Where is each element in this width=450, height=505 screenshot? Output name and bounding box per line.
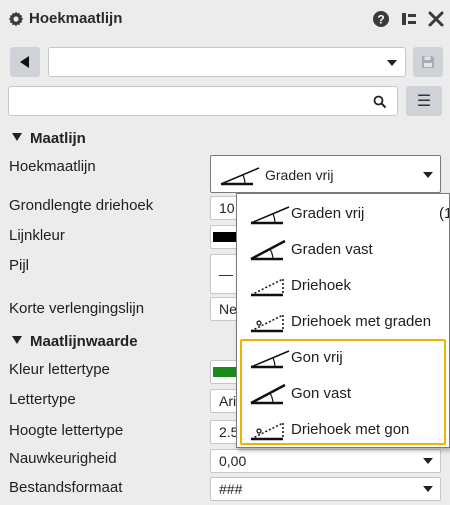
- option-label: Graden vrij: [291, 205, 365, 222]
- label-nauwkeurigheid: Nauwkeurigheid: [9, 450, 117, 467]
- option-gon-vast[interactable]: Gon vast: [237, 376, 449, 412]
- triangle-gon-icon: [250, 422, 284, 441]
- triangle-icon: [250, 278, 284, 297]
- angle-free-icon: [220, 167, 260, 186]
- section-maatlijn-title: Maatlijn: [30, 130, 86, 147]
- label-lijnkleur: Lijnkleur: [9, 227, 65, 244]
- hoekmaatlijn-select[interactable]: Graden vrij: [210, 155, 441, 193]
- label-kleur-lettertype: Kleur lettertype: [9, 361, 110, 378]
- menu-icon: ☰: [416, 93, 432, 110]
- label-hoogte-lettertype: Hoogte lettertype: [9, 422, 124, 439]
- option-driehoek-met-gon[interactable]: Driehoek met gon: [237, 412, 449, 447]
- search-toolbar: ☰: [0, 86, 450, 118]
- save-button[interactable]: [413, 47, 443, 77]
- option-label: Driehoek: [291, 277, 352, 294]
- pijl-value: —: [219, 266, 233, 282]
- label-hoekmaatlijn: Hoekmaatlijn: [9, 158, 96, 175]
- option-graden-vast[interactable]: Graden vast: [237, 232, 449, 268]
- angle-fixed-icon: [250, 383, 286, 405]
- grondlengte-value: 10: [219, 200, 235, 216]
- search-input[interactable]: [8, 86, 398, 116]
- window-title: Hoekmaatlijn: [29, 10, 123, 27]
- angle-fixed-icon: [250, 239, 286, 261]
- svg-text:?: ?: [377, 13, 384, 27]
- collapse-triangle-icon: [12, 133, 22, 141]
- save-icon: [422, 56, 434, 68]
- triangle-left-icon: [20, 56, 29, 68]
- label-korte-verlengingslijn: Korte verlengingslijn: [9, 300, 145, 317]
- label-bestandsformaat: Bestandsformaat: [9, 479, 123, 496]
- gear-icon[interactable]: [8, 11, 24, 27]
- label-grondlengte: Grondlengte driehoek: [9, 197, 154, 214]
- option-driehoek-met-graden[interactable]: Driehoek met graden: [237, 304, 449, 340]
- chevron-down-icon: [423, 458, 433, 464]
- korte-verlengingslijn-value: Ne: [219, 301, 237, 317]
- bestandsformaat-select[interactable]: ###: [210, 477, 441, 501]
- option-label: Driehoek met gon: [291, 421, 410, 438]
- chevron-down-icon: [423, 486, 433, 492]
- angle-free-icon: [250, 350, 290, 369]
- section-maatlijn-header[interactable]: Maatlijn: [12, 130, 86, 147]
- lettertype-value: Ari: [219, 393, 237, 409]
- collapse-triangle-icon: [12, 336, 22, 344]
- chevron-down-icon: [387, 60, 397, 66]
- back-button[interactable]: [10, 47, 40, 77]
- option-label: Gon vast: [291, 385, 352, 402]
- style-select[interactable]: [48, 47, 406, 77]
- hoekmaatlijn-value: Graden vrij: [265, 167, 334, 183]
- option-extra: (1: [439, 205, 449, 222]
- option-driehoek[interactable]: Driehoek: [237, 268, 449, 304]
- section-maatlijnwaarde-title: Maatlijnwaarde: [30, 333, 138, 350]
- label-pijl: Pijl: [9, 257, 30, 274]
- menu-button[interactable]: ☰: [406, 86, 442, 116]
- title-bar: Hoekmaatlijn ?: [0, 0, 450, 38]
- help-icon[interactable]: ?: [372, 10, 390, 28]
- search-icon[interactable]: [373, 95, 387, 109]
- bestandsformaat-value: ###: [219, 481, 243, 497]
- style-toolbar: [0, 45, 450, 79]
- pin-panel-icon[interactable]: [400, 10, 418, 28]
- label-lettertype: Lettertype: [9, 391, 76, 408]
- option-label: Driehoek met graden: [291, 313, 432, 330]
- option-graden-vrij[interactable]: Graden vrij (1: [237, 196, 449, 232]
- hoekmaatlijn-dropdown-list: Graden vrij (1 Graden vast Driehoek Drie…: [236, 193, 450, 448]
- nauwkeurigheid-value: 0,00: [219, 453, 247, 469]
- angle-free-icon: [250, 206, 290, 225]
- option-label: Graden vast: [291, 241, 373, 258]
- option-gon-vrij[interactable]: Gon vrij: [237, 340, 449, 376]
- nauwkeurigheid-select[interactable]: 0,00: [210, 449, 441, 473]
- triangle-degrees-icon: [250, 314, 284, 333]
- close-icon[interactable]: [427, 10, 445, 28]
- section-maatlijnwaarde-header[interactable]: Maatlijnwaarde: [12, 333, 138, 350]
- chevron-down-icon: [423, 172, 433, 178]
- option-label: Gon vrij: [291, 349, 343, 366]
